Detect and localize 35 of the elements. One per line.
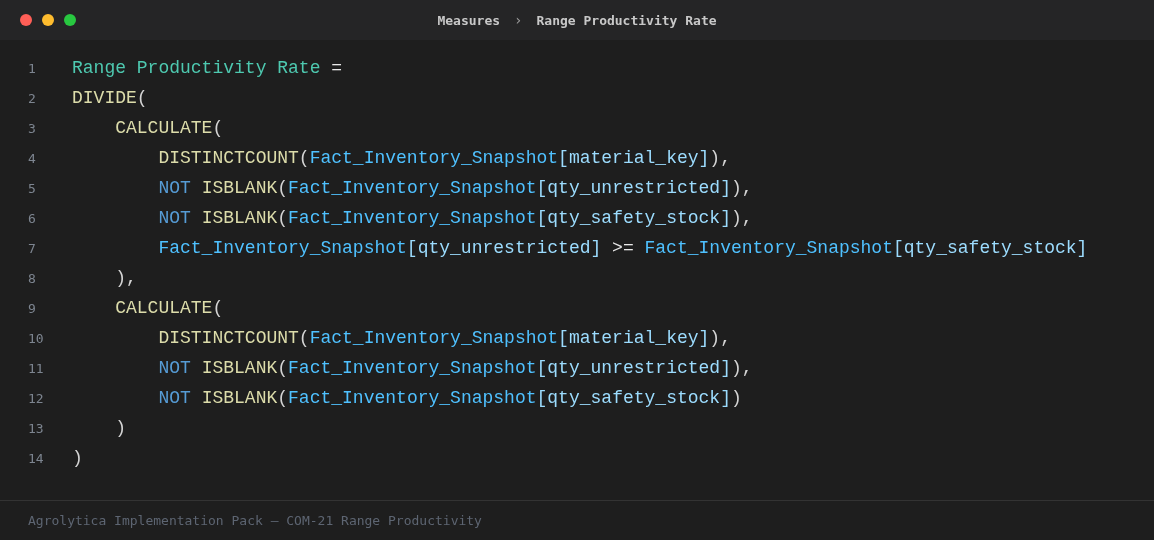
line-number: 9	[27, 300, 37, 316]
code-line: ),	[114, 267, 137, 289]
code-line: )	[114, 417, 126, 439]
breadcrumb-separator: ›	[514, 12, 523, 28]
line-number: 1	[27, 60, 37, 76]
code-line: NOT ISBLANK(Fact_Inventory_Snapshot[qty_unrestricted]),	[157, 177, 753, 199]
line-number: 3	[27, 120, 37, 136]
line-number: 6	[27, 210, 37, 226]
line-number: 10	[27, 330, 45, 346]
maximize-icon[interactable]	[64, 14, 76, 26]
code-line: )	[72, 447, 83, 469]
code-line: DISTINCTCOUNT(Fact_Inventory_Snapshot[material_key]),	[157, 327, 731, 349]
line-number: 12	[27, 390, 45, 406]
breadcrumb-item[interactable]: Range Productivity Rate	[536, 12, 717, 28]
code-line: NOT ISBLANK(Fact_Inventory_Snapshot[qty_safety_stock]),	[157, 207, 753, 229]
close-icon[interactable]	[20, 14, 32, 26]
minimize-icon[interactable]	[42, 14, 54, 26]
code-line: NOT ISBLANK(Fact_Inventory_Snapshot[qty_unrestricted]),	[157, 357, 753, 379]
code-line: Fact_Inventory_Snapshot[qty_unrestricted] >= Fact_Inventory_Snapshot[qty_safety_stock]	[157, 237, 1088, 259]
line-number: 13	[27, 420, 45, 436]
line-number: 4	[27, 150, 37, 166]
line-number: 14	[27, 450, 45, 466]
code-line: Range Productivity Rate =	[72, 57, 343, 79]
line-number: 7	[27, 240, 37, 256]
line-number: 8	[27, 270, 37, 286]
code-line: NOT ISBLANK(Fact_Inventory_Snapshot[qty_safety_stock])	[157, 387, 742, 409]
breadcrumb-item[interactable]: Measures	[437, 12, 501, 28]
code-line: DIVIDE(	[72, 87, 148, 109]
code-line: CALCULATE(	[114, 117, 224, 139]
line-number: 11	[27, 360, 45, 376]
line-number: 5	[27, 180, 37, 196]
code-line: DISTINCTCOUNT(Fact_Inventory_Snapshot[material_key]),	[157, 147, 731, 169]
line-number: 2	[27, 90, 37, 106]
code-line: CALCULATE(	[114, 297, 224, 319]
footer-text: Agrolytica Implementation Pack — COM-21 Range Productivity	[28, 513, 482, 528]
